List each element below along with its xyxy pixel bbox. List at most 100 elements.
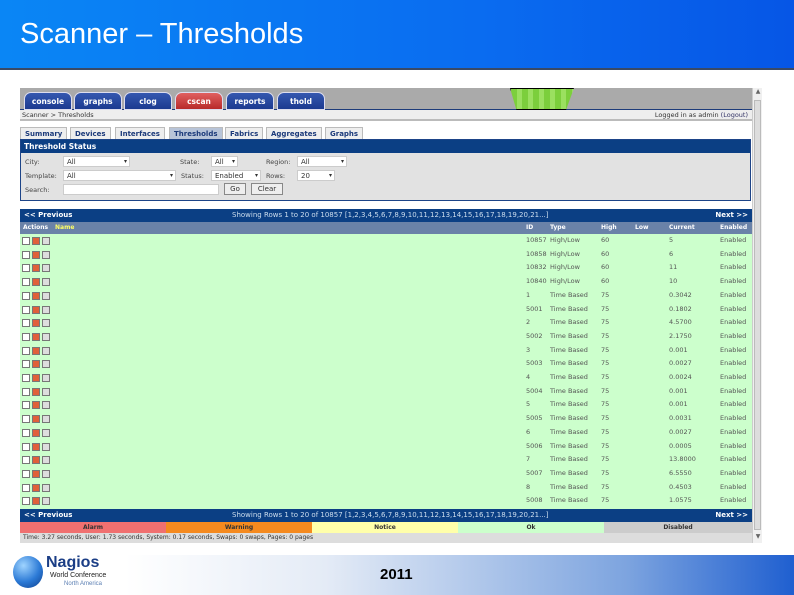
go-button[interactable]: Go bbox=[224, 183, 246, 195]
graph-icon[interactable] bbox=[42, 401, 50, 410]
search-input[interactable] bbox=[63, 184, 219, 195]
edit-icon[interactable] bbox=[22, 497, 30, 506]
edit-icon[interactable] bbox=[22, 291, 30, 300]
edit-icon[interactable] bbox=[22, 250, 30, 259]
edit-icon[interactable] bbox=[22, 305, 30, 314]
next-link[interactable]: Next >> bbox=[715, 509, 748, 522]
delete-icon[interactable] bbox=[32, 428, 40, 437]
graph-icon[interactable] bbox=[42, 497, 50, 506]
delete-icon[interactable] bbox=[32, 483, 40, 492]
scrollbar[interactable]: ▲ ▼ bbox=[752, 88, 762, 543]
state-select[interactable]: All bbox=[211, 156, 238, 167]
edit-icon[interactable] bbox=[22, 483, 30, 492]
graph-icon[interactable] bbox=[42, 360, 50, 369]
clear-button[interactable]: Clear bbox=[251, 183, 283, 195]
delete-icon[interactable] bbox=[32, 469, 40, 478]
city-select[interactable]: All bbox=[63, 156, 130, 167]
scroll-thumb[interactable] bbox=[754, 100, 761, 530]
delete-icon[interactable] bbox=[32, 387, 40, 396]
col-low[interactable]: Low bbox=[635, 222, 649, 234]
delete-icon[interactable] bbox=[32, 442, 40, 451]
scroll-up-icon[interactable]: ▲ bbox=[753, 88, 763, 98]
edit-icon[interactable] bbox=[22, 401, 30, 410]
graph-icon[interactable] bbox=[42, 442, 50, 451]
delete-icon[interactable] bbox=[32, 237, 40, 245]
region-select[interactable]: All bbox=[297, 156, 347, 167]
nav-tab-thold[interactable]: thold bbox=[277, 92, 325, 110]
edit-icon[interactable] bbox=[22, 387, 30, 396]
rows-select[interactable]: 20 bbox=[297, 170, 335, 181]
edit-icon[interactable] bbox=[22, 456, 30, 465]
edit-icon[interactable] bbox=[22, 332, 30, 341]
previous-link[interactable]: << Previous bbox=[24, 209, 72, 222]
delete-icon[interactable] bbox=[32, 332, 40, 341]
edit-icon[interactable] bbox=[22, 428, 30, 437]
tab-summary[interactable]: Summary bbox=[20, 127, 68, 139]
delete-icon[interactable] bbox=[32, 250, 40, 259]
graph-icon[interactable] bbox=[42, 483, 50, 492]
delete-icon[interactable] bbox=[32, 497, 40, 506]
graph-icon[interactable] bbox=[42, 332, 50, 341]
cell-enabled: Enabled bbox=[720, 290, 747, 299]
graph-icon[interactable] bbox=[42, 346, 50, 355]
col-actions[interactable]: Actions bbox=[23, 222, 48, 234]
delete-icon[interactable] bbox=[32, 401, 40, 410]
template-select[interactable]: All bbox=[63, 170, 176, 181]
graph-icon[interactable] bbox=[42, 387, 50, 396]
delete-icon[interactable] bbox=[32, 374, 40, 382]
nav-tab-graphs[interactable]: graphs bbox=[74, 92, 122, 110]
delete-icon[interactable] bbox=[32, 360, 40, 369]
graph-icon[interactable] bbox=[42, 456, 50, 465]
graph-icon[interactable] bbox=[42, 278, 50, 287]
graph-icon[interactable] bbox=[42, 469, 50, 478]
delete-icon[interactable] bbox=[32, 264, 40, 273]
edit-icon[interactable] bbox=[22, 278, 30, 287]
edit-icon[interactable] bbox=[22, 360, 30, 369]
graph-icon[interactable] bbox=[42, 305, 50, 314]
tab-graphs[interactable]: Graphs bbox=[325, 127, 364, 139]
graph-icon[interactable] bbox=[42, 428, 50, 437]
graph-icon[interactable] bbox=[42, 291, 50, 300]
delete-icon[interactable] bbox=[32, 305, 40, 314]
delete-icon[interactable] bbox=[32, 291, 40, 300]
nav-tab-console[interactable]: console bbox=[24, 92, 72, 110]
delete-icon[interactable] bbox=[32, 346, 40, 355]
nav-tab-cscan[interactable]: cscan bbox=[175, 92, 223, 110]
edit-icon[interactable] bbox=[22, 374, 30, 382]
tab-fabrics[interactable]: Fabrics bbox=[225, 127, 264, 139]
tab-interfaces[interactable]: Interfaces bbox=[115, 127, 165, 139]
nav-tab-reports[interactable]: reports bbox=[226, 92, 274, 110]
col-type[interactable]: Type bbox=[550, 222, 566, 234]
logout-link[interactable]: (Logout) bbox=[721, 111, 748, 119]
delete-icon[interactable] bbox=[32, 278, 40, 287]
next-link[interactable]: Next >> bbox=[715, 209, 748, 222]
graph-icon[interactable] bbox=[42, 415, 50, 424]
edit-icon[interactable] bbox=[22, 346, 30, 355]
scroll-down-icon[interactable]: ▼ bbox=[753, 533, 763, 543]
tab-aggregates[interactable]: Aggregates bbox=[266, 127, 322, 139]
delete-icon[interactable] bbox=[32, 415, 40, 424]
previous-link[interactable]: << Previous bbox=[24, 509, 72, 522]
edit-icon[interactable] bbox=[22, 442, 30, 451]
edit-icon[interactable] bbox=[22, 264, 30, 273]
tab-thresholds[interactable]: Thresholds bbox=[169, 127, 223, 139]
graph-icon[interactable] bbox=[42, 374, 50, 382]
col-current[interactable]: Current bbox=[669, 222, 695, 234]
nav-tab-clog[interactable]: clog bbox=[124, 92, 172, 110]
col-high[interactable]: High bbox=[601, 222, 617, 234]
edit-icon[interactable] bbox=[22, 237, 30, 245]
col-id[interactable]: ID bbox=[526, 222, 533, 234]
col-enabled[interactable]: Enabled bbox=[720, 222, 747, 234]
tab-devices[interactable]: Devices bbox=[70, 127, 111, 139]
status-select[interactable]: Enabled bbox=[211, 170, 261, 181]
graph-icon[interactable] bbox=[42, 264, 50, 273]
graph-icon[interactable] bbox=[42, 237, 50, 245]
col-name[interactable]: Name bbox=[55, 222, 74, 234]
edit-icon[interactable] bbox=[22, 415, 30, 424]
delete-icon[interactable] bbox=[32, 319, 40, 328]
edit-icon[interactable] bbox=[22, 469, 30, 478]
delete-icon[interactable] bbox=[32, 456, 40, 465]
edit-icon[interactable] bbox=[22, 319, 30, 328]
graph-icon[interactable] bbox=[42, 319, 50, 328]
graph-icon[interactable] bbox=[42, 250, 50, 259]
